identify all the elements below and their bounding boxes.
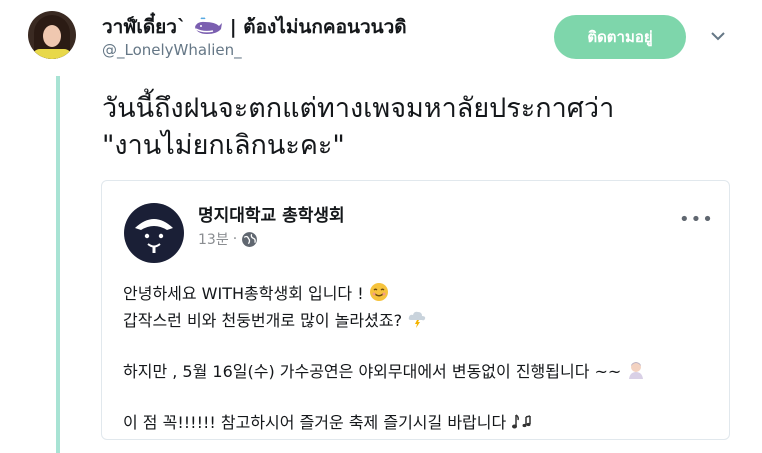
tweet-text: วันนี้ถึงฝนจะตกแต่ทางเพจมหาลัยประกาศว่า … [102, 93, 615, 161]
post-line-1: 안녕하세요 WITH총학생회 입니다 ! [123, 280, 389, 304]
post-line-3: 하지만 , 5월 16일(수) 가수공연은 야외무대에서 변동없이 진행됩니다 … [123, 358, 646, 382]
name-suffix: | ต้องไม่นกคอนวนวดิ [229, 16, 407, 38]
display-name-text: วาฬ์เดี๋ยว` [102, 16, 187, 38]
page-avatar-icon [124, 203, 184, 263]
follow-button[interactable]: ติดตามอยู่ [554, 15, 686, 59]
storm-emoji [408, 311, 426, 328]
person-emoji [629, 362, 644, 379]
quoted-post-card[interactable]: 명지대학교 총학생회 13분 · ••• 안녕하세요 WITH총학생회 입니다 … [101, 180, 730, 440]
more-icon[interactable]: ••• [679, 209, 714, 230]
smile-emoji [369, 283, 388, 301]
thread-line [56, 76, 60, 453]
post-time[interactable]: 13분 [198, 229, 229, 249]
page-name[interactable]: 명지대학교 총학생회 [198, 201, 345, 226]
chevron-down-icon[interactable] [710, 30, 726, 42]
handle[interactable]: @_LonelyWhalien_ [102, 41, 242, 59]
post-line-4: 이 점 꼭!!!!!! 참고하시어 즐거운 축제 즐기시길 바랍니다 [123, 409, 533, 433]
meta-separator: · [232, 231, 238, 247]
avatar[interactable] [28, 11, 76, 59]
music-notes-emoji [512, 414, 532, 429]
whale-icon [195, 17, 223, 34]
display-name[interactable]: วาฬ์เดี๋ยว` | ต้องไม่นกคอนวนวดิ [102, 12, 407, 42]
post-line-2: 갑작스런 비와 천둥번개로 많이 놀라셨죠? [123, 307, 427, 331]
globe-icon [242, 231, 258, 247]
post-meta: 13분 · [198, 229, 258, 249]
